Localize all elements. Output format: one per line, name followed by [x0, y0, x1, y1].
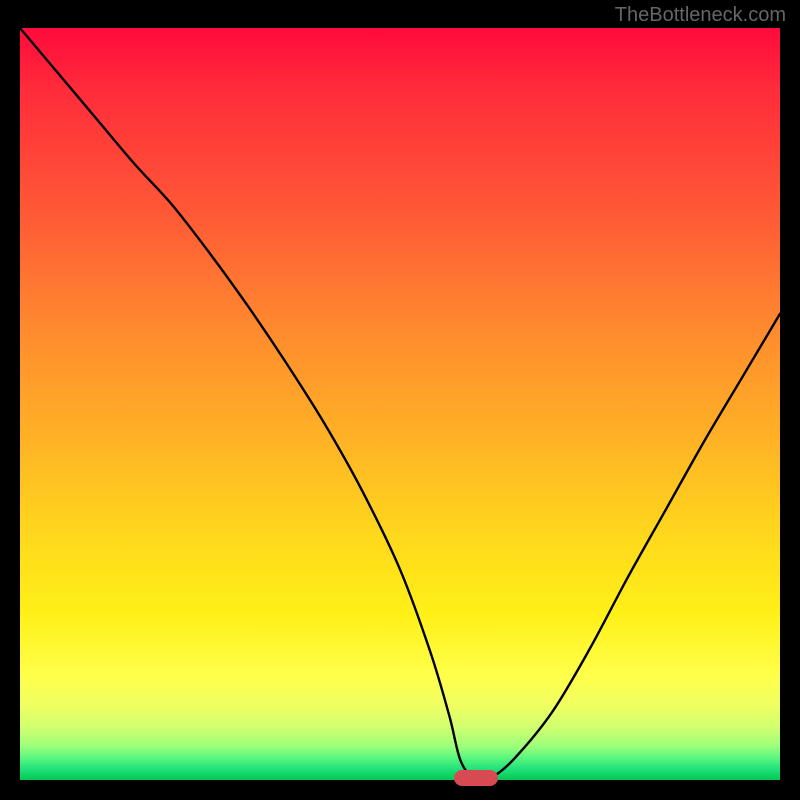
bottleneck-curve: [20, 28, 780, 780]
plot-area: [20, 28, 780, 780]
watermark-text: TheBottleneck.com: [615, 4, 786, 27]
minimum-marker: [454, 770, 498, 786]
chart-frame: TheBottleneck.com: [0, 0, 800, 800]
